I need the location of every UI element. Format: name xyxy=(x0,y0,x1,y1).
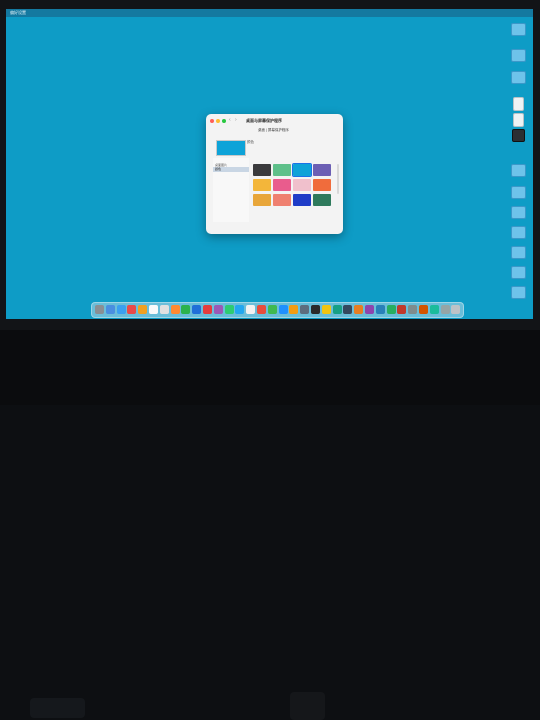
color-swatch-salmon[interactable] xyxy=(273,194,291,206)
desktop-icon-folder[interactable] xyxy=(506,206,530,220)
dock-app-icon[interactable] xyxy=(332,305,342,314)
dock-app-icon[interactable] xyxy=(105,305,115,314)
app-icon xyxy=(511,129,525,142)
desktop-icon-folder[interactable] xyxy=(506,226,530,240)
color-swatch-orange[interactable] xyxy=(313,179,331,191)
folder-icon xyxy=(510,186,526,199)
dock-app-icon[interactable] xyxy=(267,305,277,314)
dock-app-icon[interactable] xyxy=(235,305,245,314)
folder-icon xyxy=(510,164,526,177)
close-button[interactable] xyxy=(210,119,214,123)
dock-app-icon[interactable] xyxy=(149,305,158,314)
dock xyxy=(91,302,464,318)
color-swatch-pink[interactable] xyxy=(273,179,291,191)
folder-icon xyxy=(510,206,526,219)
dock-app-icon[interactable] xyxy=(224,305,234,314)
color-swatch-green[interactable] xyxy=(273,164,291,176)
dock-app-icon[interactable] xyxy=(375,305,385,314)
desktop-preview xyxy=(216,140,246,156)
desktop-icon-folder[interactable] xyxy=(506,266,530,280)
desk-device xyxy=(30,698,85,718)
folder-icon xyxy=(510,286,526,299)
window-title: 桌面与屏幕保护程序 xyxy=(246,118,282,123)
folder-icon xyxy=(510,49,526,62)
preferences-window: ‹ › 桌面与屏幕保护程序 桌面 | 屏幕保护程序 颜色 桌面图片 颜色 xyxy=(206,114,343,234)
desktop-icon-folder[interactable] xyxy=(506,186,530,200)
source-list: 桌面图片 颜色 xyxy=(213,158,249,222)
color-swatch-purple[interactable] xyxy=(313,164,331,176)
folder-icon xyxy=(510,246,526,259)
dock-app-icon[interactable] xyxy=(440,305,450,314)
desktop-icon-folder[interactable] xyxy=(506,23,530,37)
dock-app-icon[interactable] xyxy=(451,305,461,314)
zoom-button[interactable] xyxy=(222,119,226,123)
desktop-icon-app[interactable] xyxy=(506,129,530,143)
source-list-item[interactable] xyxy=(213,217,249,222)
color-swatch-light-pink[interactable] xyxy=(293,179,311,191)
dock-app-icon[interactable] xyxy=(127,305,137,314)
desktop-icon-doc[interactable] xyxy=(506,113,530,128)
color-swatch-teal[interactable] xyxy=(313,194,331,206)
color-palette xyxy=(253,163,333,209)
color-swatch-gold[interactable] xyxy=(253,194,271,206)
desktop-icon-folder[interactable] xyxy=(506,286,530,300)
dock-app-icon[interactable] xyxy=(257,305,266,314)
preview-label: 颜色 xyxy=(247,140,254,144)
dock-app-icon[interactable] xyxy=(278,305,288,314)
doc-icon xyxy=(512,113,524,127)
dock-app-icon[interactable] xyxy=(192,305,202,314)
dock-app-icon[interactable] xyxy=(138,305,148,314)
dock-app-icon[interactable] xyxy=(246,305,256,314)
dock-app-icon[interactable] xyxy=(181,305,191,314)
dock-app-icon[interactable] xyxy=(203,305,212,314)
dock-app-icon[interactable] xyxy=(354,305,364,314)
dock-app-icon[interactable] xyxy=(343,305,353,314)
desktop-icon-folder[interactable] xyxy=(506,246,530,260)
desktop-screen: 偏好设置 ‹ › 桌面与屏幕保护程序 桌面 | 屏幕保护程序 颜色 桌面图片 颜色 xyxy=(6,9,533,319)
dock-app-icon[interactable] xyxy=(386,305,396,314)
dock-app-icon[interactable] xyxy=(365,305,374,314)
color-swatch-yellow[interactable] xyxy=(253,179,271,191)
folder-icon xyxy=(510,266,526,279)
dock-app-icon[interactable] xyxy=(159,305,169,314)
monitor-bezel: 偏好设置 ‹ › 桌面与屏幕保护程序 桌面 | 屏幕保护程序 颜色 桌面图片 颜色 xyxy=(0,0,540,330)
desktop-icon-doc[interactable] xyxy=(506,97,530,112)
color-swatch-navy[interactable] xyxy=(293,194,311,206)
desktop-icon-folder[interactable] xyxy=(506,164,530,178)
folder-icon xyxy=(510,226,526,239)
menu-bar: 偏好设置 xyxy=(6,9,533,17)
dock-app-icon[interactable] xyxy=(213,305,223,314)
doc-icon xyxy=(512,97,524,111)
dock-app-icon[interactable] xyxy=(397,305,407,314)
dock-app-icon[interactable] xyxy=(116,305,126,314)
desk-surface xyxy=(0,330,540,720)
palette-scrollbar[interactable] xyxy=(337,164,339,194)
menu-app-name[interactable]: 偏好设置 xyxy=(10,10,26,16)
dock-app-icon[interactable] xyxy=(408,305,418,314)
dock-app-icon[interactable] xyxy=(321,305,331,314)
folder-icon xyxy=(510,71,526,84)
color-swatch-blue[interactable] xyxy=(292,163,312,177)
back-arrow-icon[interactable]: ‹ xyxy=(229,117,231,123)
color-swatch-black[interactable] xyxy=(253,164,271,176)
desktop-icon-folder[interactable] xyxy=(506,49,530,63)
dock-app-icon[interactable] xyxy=(419,305,428,314)
folder-icon xyxy=(510,23,526,36)
forward-arrow-icon[interactable]: › xyxy=(235,117,237,123)
dock-app-icon[interactable] xyxy=(429,305,439,314)
desktop-icon-folder[interactable] xyxy=(506,71,530,85)
dock-app-icon[interactable] xyxy=(289,305,299,314)
dock-app-icon[interactable] xyxy=(300,305,310,314)
dock-app-icon[interactable] xyxy=(311,305,320,314)
tab-selector[interactable]: 桌面 | 屏幕保护程序 xyxy=(258,128,298,133)
desk-device-2 xyxy=(290,692,325,720)
minimize-button[interactable] xyxy=(216,119,220,123)
dock-app-icon[interactable] xyxy=(95,305,104,314)
dock-app-icon[interactable] xyxy=(170,305,180,314)
